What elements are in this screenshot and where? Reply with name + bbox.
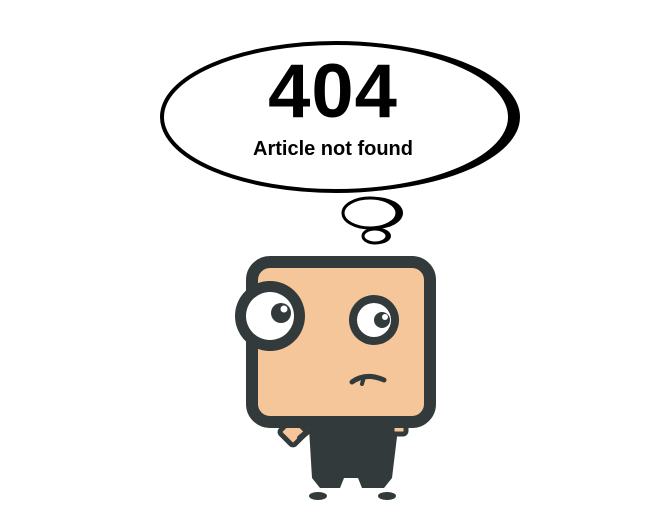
character [235,256,436,500]
error-code: 404 [268,49,398,134]
error-message: Article not found [253,138,413,160]
not-found-page: 404 Article not found [0,0,651,515]
